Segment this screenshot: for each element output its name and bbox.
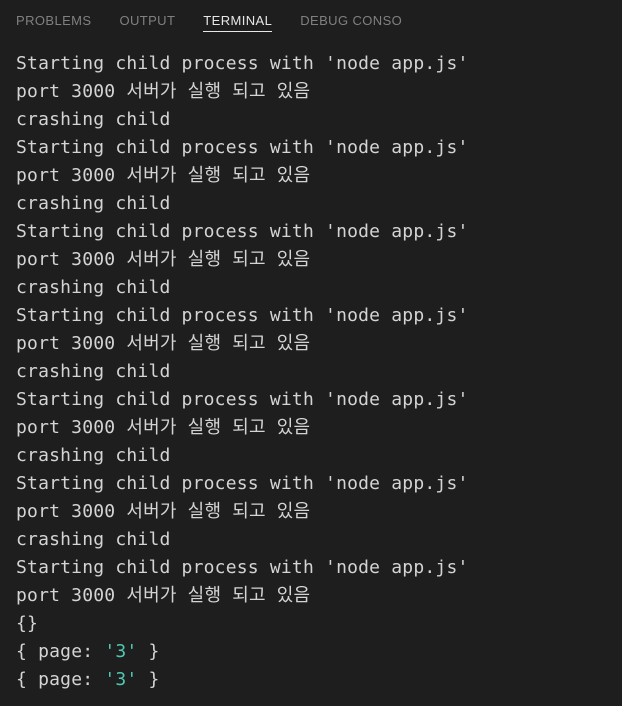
terminal-line: Starting child process with 'node app.js… [16,386,606,414]
terminal-line: Starting child process with 'node app.js… [16,50,606,78]
terminal-line: port 3000 서버가 실행 되고 있음 [16,162,606,190]
terminal-line: port 3000 서버가 실행 되고 있음 [16,498,606,526]
terminal-line: crashing child [16,526,606,554]
terminal-line: crashing child [16,106,606,134]
terminal-line: crashing child [16,274,606,302]
terminal-line: crashing child [16,442,606,470]
terminal-line: port 3000 서버가 실행 되고 있음 [16,414,606,442]
terminal-line: Starting child process with 'node app.js… [16,302,606,330]
terminal-line: port 3000 서버가 실행 되고 있음 [16,582,606,610]
tab-problems[interactable]: PROBLEMS [16,0,105,40]
terminal-line: Starting child process with 'node app.js… [16,554,606,582]
panel-tabs: PROBLEMS OUTPUT TERMINAL DEBUG CONSO [0,0,622,40]
terminal-line: port 3000 서버가 실행 되고 있음 [16,330,606,358]
terminal-line: { page: '3' } [16,638,606,666]
tab-debug-console[interactable]: DEBUG CONSO [286,0,416,40]
terminal-line: crashing child [16,190,606,218]
terminal-line: port 3000 서버가 실행 되고 있음 [16,78,606,106]
terminal-line: crashing child [16,358,606,386]
terminal-line: Starting child process with 'node app.js… [16,470,606,498]
terminal-output[interactable]: Starting child process with 'node app.js… [0,40,622,704]
terminal-line: { page: '3' } [16,666,606,694]
terminal-line: Starting child process with 'node app.js… [16,218,606,246]
terminal-line: port 3000 서버가 실행 되고 있음 [16,246,606,274]
tab-terminal[interactable]: TERMINAL [189,0,286,40]
terminal-line: Starting child process with 'node app.js… [16,134,606,162]
terminal-line: {} [16,610,606,638]
tab-output[interactable]: OUTPUT [105,0,189,40]
